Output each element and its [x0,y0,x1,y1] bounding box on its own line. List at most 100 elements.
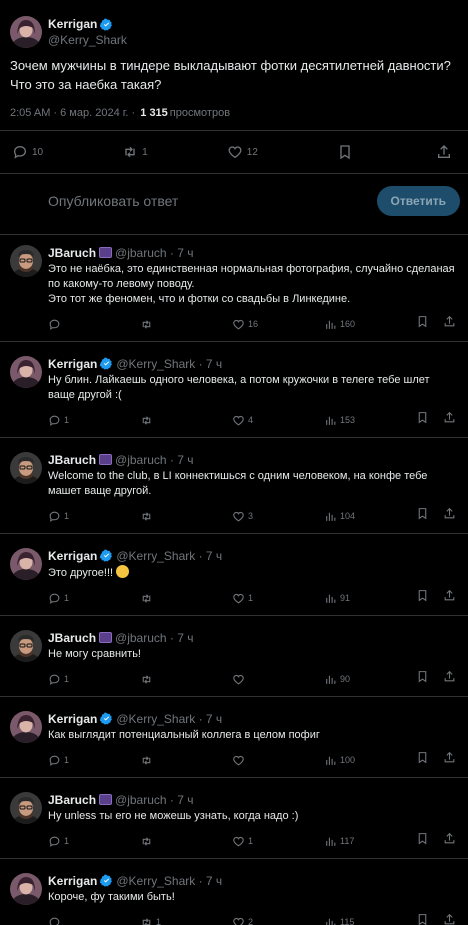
bookmark-action[interactable] [416,670,429,688]
reply-action[interactable]: 1 [48,592,108,605]
views-action[interactable]: 90 [324,673,384,686]
reply-item[interactable]: JBaruch @jbaruch · 7 ч Это не наёбка, это … [0,235,468,341]
reply-item[interactable]: Kerrigan @Kerry_Shark · 7 ч Это другое!!! … [0,534,468,615]
share-action[interactable] [443,411,456,429]
like-action[interactable]: 12 [227,144,258,160]
reply-avatar[interactable] [10,548,42,580]
reply-author-handle[interactable]: @Kerry_Shark [116,357,195,371]
repost-action[interactable] [140,414,200,427]
reply-time[interactable]: · 7 ч [170,453,194,467]
reply-time[interactable]: · 7 ч [199,549,223,563]
reply-item[interactable]: JBaruch @jbaruch · 7 ч Welcome to the club… [0,438,468,533]
reply-action[interactable]: 10 [12,144,43,160]
reply-item[interactable]: Kerrigan @Kerry_Shark · 7 ч Короче, фу так… [0,859,468,925]
reply-item[interactable]: Kerrigan @Kerry_Shark · 7 ч Ну блин. Лайка… [0,342,468,437]
reply-item[interactable]: Kerrigan @Kerry_Shark · 7 ч Как выглядит п… [0,697,468,777]
like-action[interactable] [232,673,292,686]
reply-time[interactable]: · 7 ч [199,874,223,888]
reply-time[interactable]: · 7 ч [199,712,223,726]
reply-author-name[interactable]: Kerrigan [48,357,97,371]
like-action[interactable]: 16 [232,318,292,331]
like-action[interactable]: 4 [232,414,292,427]
repost-action[interactable] [140,510,200,523]
reply-text: Короче, фу такими быть! [48,890,458,905]
bookmark-action[interactable] [416,589,429,607]
like-action[interactable]: 1 [232,592,292,605]
views-action[interactable]: 153 [324,414,384,427]
bookmark-action[interactable] [416,913,429,925]
repost-action[interactable] [140,318,200,331]
reply-author-handle[interactable]: @Kerry_Shark [116,874,195,888]
reply-author-handle[interactable]: @Kerry_Shark [116,549,195,563]
reply-action[interactable] [48,318,108,331]
bookmark-action[interactable] [416,751,429,769]
share-action[interactable] [443,670,456,688]
reply-avatar[interactable] [10,711,42,743]
reply-avatar[interactable] [10,873,42,905]
share-action[interactable] [443,832,456,850]
reply-author-handle[interactable]: @jbaruch [115,793,167,807]
views-action[interactable]: 91 [324,592,384,605]
share-action[interactable] [443,589,456,607]
reply-action[interactable]: 1 [48,835,108,848]
reply-author-name[interactable]: Kerrigan [48,874,97,888]
reply-avatar[interactable] [10,630,42,662]
author-avatar[interactable] [10,16,42,48]
reply-action[interactable]: 1 [48,673,108,686]
reply-author-handle[interactable]: @jbaruch [115,631,167,645]
repost-action[interactable] [140,592,200,605]
repost-action[interactable]: 1 [122,144,148,160]
reply-avatar[interactable] [10,792,42,824]
reply-action[interactable]: 1 [48,510,108,523]
reply-author-name[interactable]: JBaruch [48,453,96,467]
reply-author-name[interactable]: JBaruch [48,246,96,260]
bookmark-action[interactable] [416,411,429,429]
reply-author-name[interactable]: JBaruch [48,631,96,645]
reply-action[interactable]: 1 [48,754,108,767]
reply-item[interactable]: JBaruch @jbaruch · 7 ч Не могу сравнить! 1 9… [0,616,468,696]
reply-item[interactable]: JBaruch @jbaruch · 7 ч Ну unless ты его не… [0,778,468,858]
reply-time[interactable]: · 7 ч [170,793,194,807]
share-action[interactable] [436,144,456,160]
post-time[interactable]: 2:05 AM · 6 мар. 2024 г. · [10,107,135,119]
share-action[interactable] [443,751,456,769]
like-action[interactable]: 2 [232,916,292,925]
reply-avatar[interactable] [10,356,42,388]
share-action[interactable] [443,315,456,333]
like-action[interactable]: 3 [232,510,292,523]
reply-avatar[interactable] [10,452,42,484]
views-action[interactable]: 117 [324,835,384,848]
reply-author-name[interactable]: Kerrigan [48,549,97,563]
bookmark-action[interactable] [337,144,357,160]
reply-author-handle[interactable]: @Kerry_Shark [116,712,195,726]
views-action[interactable]: 100 [324,754,384,767]
reply-time[interactable]: · 7 ч [170,631,194,645]
reply-submit-button[interactable]: Ответить [376,186,460,216]
repost-action[interactable] [140,754,200,767]
views-action[interactable]: 160 [324,318,384,331]
reply-author-name[interactable]: Kerrigan [48,712,97,726]
bookmark-action[interactable] [416,832,429,850]
reply-action[interactable] [48,916,108,925]
reply-avatar[interactable] [10,245,42,277]
reply-author-handle[interactable]: @jbaruch [115,246,167,260]
repost-action[interactable] [140,673,200,686]
author-name[interactable]: Kerrigan [48,17,97,31]
author-handle[interactable]: @Kerry_Shark [48,33,127,47]
repost-action[interactable] [140,835,200,848]
reply-action[interactable]: 1 [48,414,108,427]
share-action[interactable] [443,507,456,525]
bookmark-action[interactable] [416,507,429,525]
like-action[interactable] [232,754,292,767]
reply-author-handle[interactable]: @jbaruch [115,453,167,467]
reply-input[interactable]: Опубликовать ответ [48,193,178,209]
reply-time[interactable]: · 7 ч [199,357,223,371]
views-action[interactable]: 104 [324,510,384,523]
views-action[interactable]: 115 [324,916,384,925]
share-action[interactable] [443,913,456,925]
reply-author-name[interactable]: JBaruch [48,793,96,807]
repost-action[interactable]: 1 [140,916,200,925]
bookmark-action[interactable] [416,315,429,333]
reply-time[interactable]: · 7 ч [170,246,194,260]
like-action[interactable]: 1 [232,835,292,848]
